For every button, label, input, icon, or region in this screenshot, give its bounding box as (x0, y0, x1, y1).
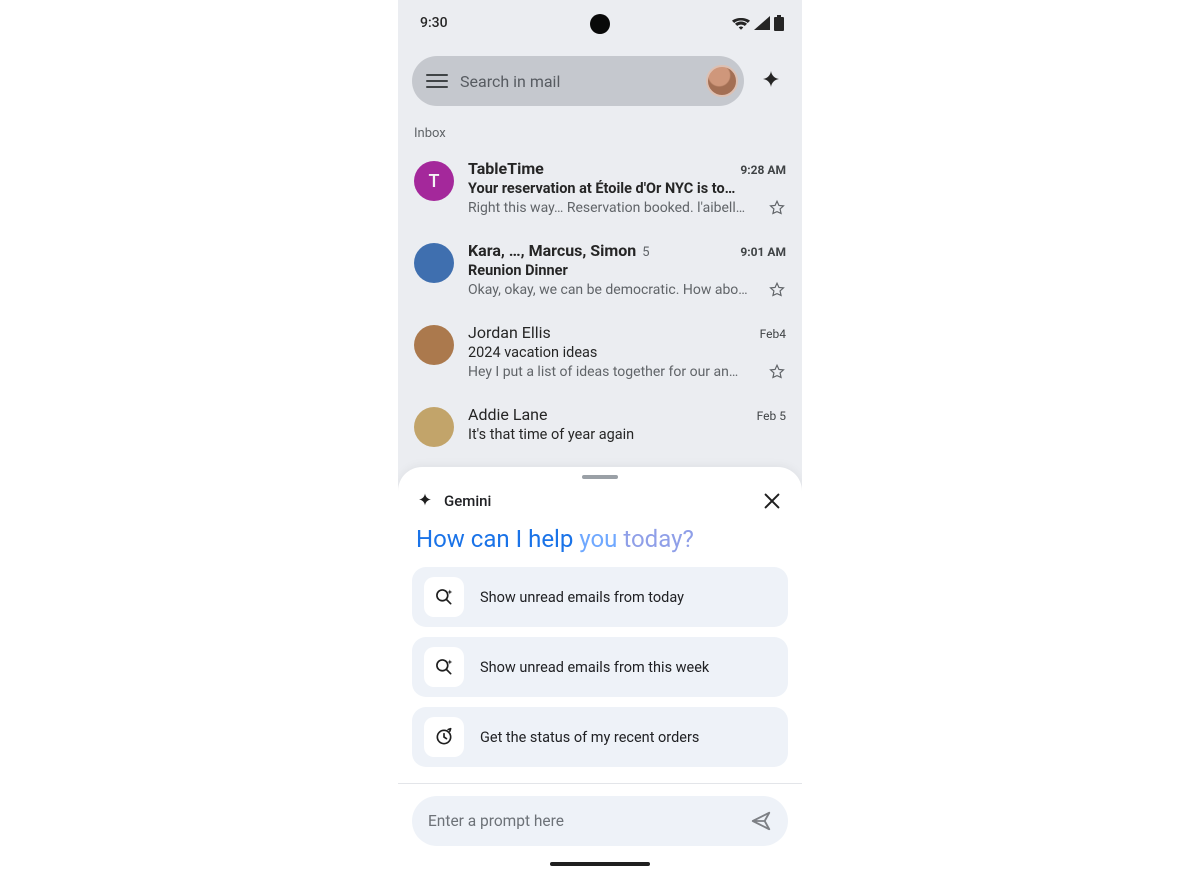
status-clock: 9:30 (420, 15, 448, 31)
search-sparkle-icon (424, 647, 464, 687)
email-subject: 2024 vacation ideas (468, 344, 786, 361)
email-item[interactable]: Kara, …, Marcus, Simon5 9:01 AM Reunion … (398, 231, 802, 313)
search-placeholder: Search in mail (460, 72, 694, 91)
close-button[interactable] (760, 489, 784, 513)
star-icon[interactable] (768, 199, 786, 217)
sender-avatar (414, 407, 454, 447)
suggestion-label: Show unread emails from today (480, 589, 684, 606)
profile-avatar[interactable] (706, 65, 738, 97)
gemini-header: Gemini (398, 485, 802, 521)
email-subject: Your reservation at Étoile d'Or NYC is t… (468, 180, 786, 197)
email-snippet: Okay, okay, we can be democratic. How ab… (468, 282, 760, 298)
gemini-title: Gemini (444, 492, 750, 510)
suggestion-chip[interactable]: Show unread emails from this week (412, 637, 788, 697)
sender-avatar (414, 243, 454, 283)
email-snippet: Right this way… Reservation booked. l'ai… (468, 200, 760, 216)
sparkle-icon (759, 69, 783, 93)
divider (398, 783, 802, 784)
sender-avatar: T (414, 161, 454, 201)
email-list: T TableTime 9:28 AM Your reservation at … (398, 149, 802, 461)
sender-name: TableTime (468, 159, 544, 178)
search-sparkle-icon (424, 577, 464, 617)
camera-cutout (590, 14, 610, 34)
prompt-placeholder: Enter a prompt here (428, 812, 564, 830)
send-icon[interactable] (750, 810, 772, 832)
suggestion-chip[interactable]: Show unread emails from today (412, 567, 788, 627)
gemini-sheet: Gemini How can I help you today? Show un… (398, 467, 802, 872)
search-bar[interactable]: Search in mail (412, 56, 744, 106)
wifi-icon (732, 16, 750, 30)
sender-name: Kara, …, Marcus, Simon5 (468, 241, 650, 260)
star-icon[interactable] (768, 281, 786, 299)
search-row: Search in mail (398, 36, 802, 116)
email-item[interactable]: T TableTime 9:28 AM Your reservation at … (398, 149, 802, 231)
battery-icon (774, 15, 784, 31)
email-snippet: Hey I put a list of ideas together for o… (468, 364, 760, 380)
status-icons (732, 15, 784, 31)
inbox-label: Inbox (398, 116, 802, 149)
email-item[interactable]: Addie Lane Feb 5 It's that time of year … (398, 395, 802, 461)
drag-handle[interactable] (582, 475, 618, 479)
email-time: 9:01 AM (740, 245, 786, 259)
email-time: 9:28 AM (740, 163, 786, 177)
prompt-input[interactable]: Enter a prompt here (412, 796, 788, 846)
sender-name: Addie Lane (468, 405, 547, 424)
star-icon[interactable] (768, 363, 786, 381)
suggestion-label: Show unread emails from this week (480, 659, 709, 676)
greeting-part2: you (579, 525, 623, 553)
phone-frame: 9:30 Search in mail Inbox T TableTime 9:… (398, 0, 802, 872)
home-indicator[interactable] (550, 862, 650, 866)
greeting-part3: today? (623, 525, 693, 553)
sender-name: Jordan Ellis (468, 323, 551, 342)
greeting-part1: How can I help (416, 525, 579, 553)
suggestion-chip[interactable]: Get the status of my recent orders (412, 707, 788, 767)
email-item[interactable]: Jordan Ellis Feb4 2024 vacation ideas He… (398, 313, 802, 395)
suggestion-list: Show unread emails from today Show unrea… (398, 567, 802, 783)
refresh-clock-icon (424, 717, 464, 757)
gemini-button[interactable] (754, 64, 788, 98)
email-time: Feb 5 (757, 409, 786, 423)
suggestion-label: Get the status of my recent orders (480, 729, 699, 746)
prompt-row: Enter a prompt here (398, 796, 802, 858)
gemini-sparkle-icon (416, 492, 434, 510)
email-subject: Reunion Dinner (468, 262, 786, 279)
signal-icon (754, 16, 770, 30)
status-bar: 9:30 (398, 0, 802, 36)
close-icon (761, 490, 783, 512)
email-subject: It's that time of year again (468, 426, 786, 443)
gemini-greeting: How can I help you today? (398, 521, 802, 567)
hamburger-icon[interactable] (426, 74, 448, 88)
sender-avatar (414, 325, 454, 365)
email-time: Feb4 (760, 327, 786, 341)
